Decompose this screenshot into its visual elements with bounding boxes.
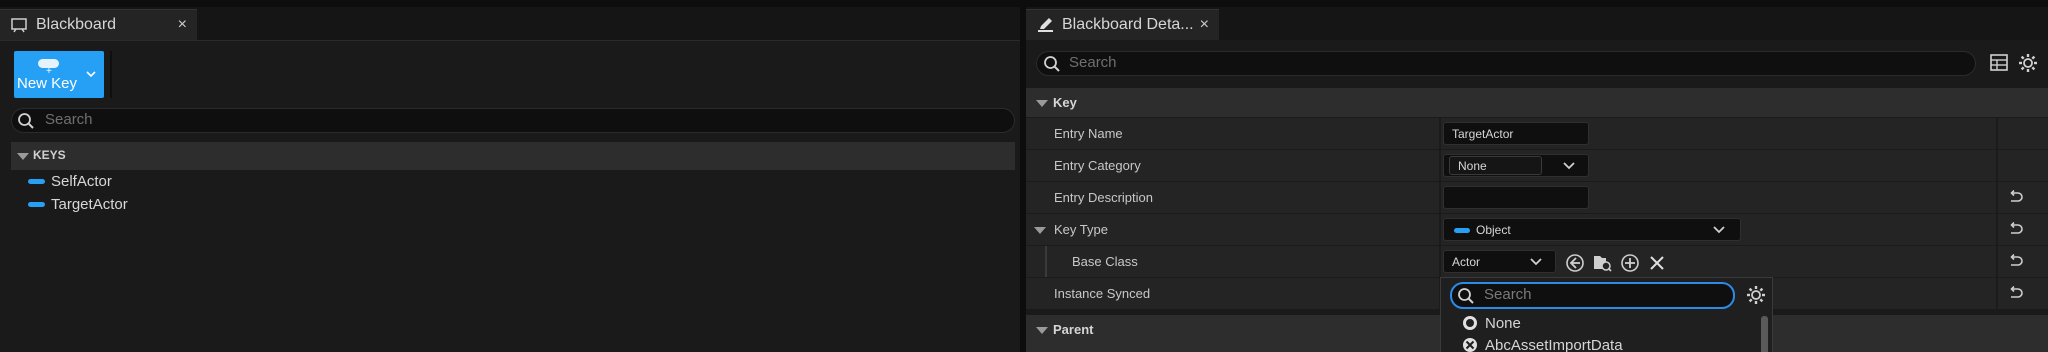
search-placeholder: Search [1484,286,1532,303]
chevron-down-icon[interactable] [84,67,98,81]
property-label: Entry Description [1054,190,1153,205]
table-view-icon[interactable] [1990,54,2008,71]
window-top-strip [0,0,2048,7]
right-tab-bar: Blackboard Deta... × [1026,7,2048,40]
tab-title: Blackboard [36,16,117,33]
details-search-input[interactable]: Search [1036,51,1976,76]
tab-title: Blackboard Deta... [1062,16,1194,33]
field-value: TargetActor [1452,127,1514,141]
scrollbar[interactable] [1761,316,1768,352]
section-label: Key [1053,95,1077,110]
property-label: Instance Synced [1054,286,1151,301]
reset-to-default-icon[interactable] [2007,222,2023,236]
reset-to-default-icon[interactable] [2007,254,2023,268]
key-list-item[interactable]: TargetActor [28,193,128,215]
left-tab-bar: Blackboard × [0,7,1020,40]
key-type-combo[interactable]: Object [1443,218,1741,241]
entry-name-field[interactable]: TargetActor [1443,122,1589,145]
class-picker-search-input[interactable]: Search [1450,282,1735,309]
collapse-arrow-icon[interactable] [17,153,29,160]
object-key-icon [28,201,45,207]
column-splitter [1439,150,1441,182]
collapse-arrow-icon[interactable] [1034,227,1046,234]
indent-guide [1045,246,1047,278]
search-icon [18,113,34,129]
search-placeholder: Search [1069,54,1117,71]
column-splitter [1996,150,1998,182]
column-splitter [1996,182,1998,214]
keys-header-label: KEYS [33,148,66,162]
entry-name-row: Entry Name TargetActor [1026,117,2048,150]
column-splitter [1996,246,1998,278]
keys-category-header[interactable]: KEYS [11,142,1015,170]
collapse-arrow-icon[interactable] [1036,100,1048,107]
entry-category-text[interactable]: None [1449,156,1542,175]
column-splitter [1439,182,1441,214]
reset-to-default-icon[interactable] [2007,286,2023,300]
none-circle-icon [1463,316,1477,330]
field-value: Object [1476,223,1511,237]
search-icon [1044,56,1060,72]
class-picker-popup: Search None AbcAssetImportData [1440,277,1773,352]
key-name: TargetActor [51,195,128,213]
settings-gear-icon[interactable] [1746,285,1766,305]
close-tab-button[interactable]: × [178,16,187,34]
column-splitter [1439,214,1441,246]
column-splitter [1996,118,1998,150]
column-splitter [1996,214,1998,246]
class-option[interactable]: None [1461,314,1521,332]
collapse-arrow-icon[interactable] [1036,327,1048,334]
key-list-item[interactable]: SelfActor [28,170,112,192]
reset-to-default-icon[interactable] [2007,190,2023,204]
add-new-icon[interactable] [1620,253,1640,273]
option-label: AbcAssetImportData [1485,336,1623,352]
search-placeholder: Search [45,111,93,128]
new-key-label: New Key [17,75,78,92]
blackboard-panel [0,40,1020,352]
clear-icon[interactable] [1648,254,1666,272]
base-class-combo[interactable]: Actor [1443,250,1556,273]
search-icon [1458,288,1474,304]
entry-category-row: Entry Category None [1026,149,2048,182]
property-label: Entry Name [1054,126,1123,141]
section-label: Parent [1053,322,1094,337]
browse-folder-icon[interactable] [1592,252,1612,272]
entry-description-row: Entry Description [1026,181,2048,214]
property-label: Base Class [1072,254,1138,269]
property-label: Entry Category [1054,158,1141,173]
key-section-header[interactable]: Key [1026,87,2048,117]
class-option[interactable]: AbcAssetImportData [1461,336,1623,352]
new-key-button[interactable]: + New Key [14,51,104,98]
close-tab-button[interactable]: × [1200,16,1209,34]
object-key-icon [28,178,45,184]
key-type-row: Key Type Object [1026,213,2048,246]
column-splitter [1996,278,1998,310]
entry-category-combo[interactable]: None [1443,154,1589,177]
entry-description-field[interactable] [1443,186,1589,209]
column-splitter [1439,246,1441,278]
column-splitter[interactable] [1439,118,1441,150]
chevron-down-icon[interactable] [1562,160,1576,172]
tab-blackboard-details[interactable]: Blackboard Deta... × [1026,9,1219,40]
chevron-down-icon[interactable] [1529,256,1543,268]
class-icon [1463,338,1477,352]
option-label: None [1485,314,1521,332]
details-pencil-icon [1036,16,1054,34]
property-label: Key Type [1054,222,1108,237]
chevron-down-icon[interactable] [1712,224,1726,236]
base-class-row: Base Class Actor [1026,245,2048,278]
object-type-icon [1454,228,1470,233]
settings-gear-icon[interactable] [2018,53,2038,73]
blackboard-icon [10,16,28,34]
tab-blackboard[interactable]: Blackboard × [0,9,197,40]
toolbar-divider [110,51,112,98]
key-name: SelfActor [51,172,112,190]
field-value: None [1458,159,1487,173]
keys-search-input[interactable]: Search [11,108,1015,133]
use-selected-icon[interactable] [1565,253,1585,273]
field-value: Actor [1452,255,1481,269]
